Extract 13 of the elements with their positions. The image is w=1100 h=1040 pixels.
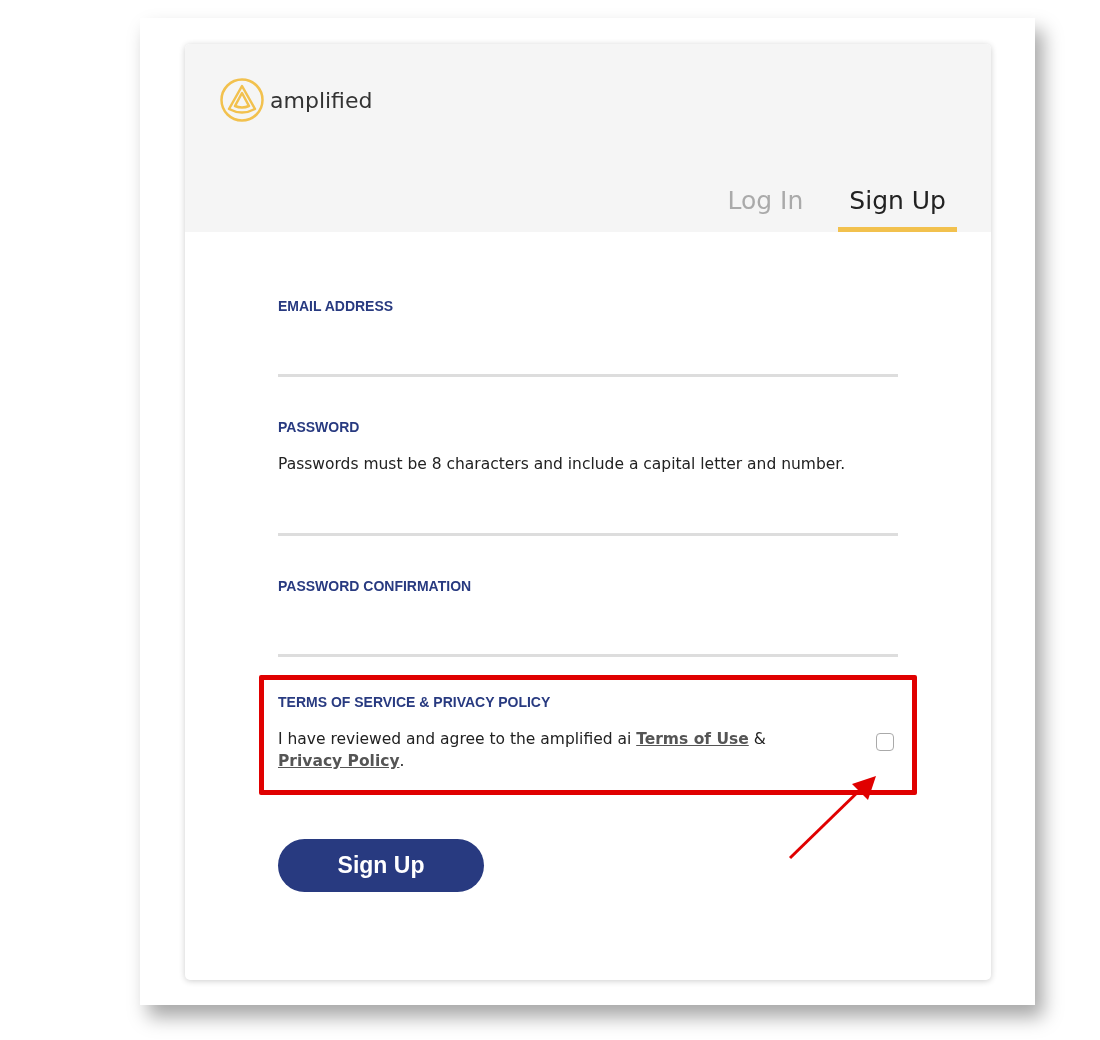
logo-icon xyxy=(220,78,264,122)
field-label: PASSWORD CONFIRMATION xyxy=(278,578,473,594)
agreement-text: I have reviewed and agree to the amplified ai Terms of Use & Privacy Policy. xyxy=(278,729,767,772)
sign-up-button[interactable]: Sign Up xyxy=(278,839,484,892)
field-label: PASSWORD xyxy=(278,419,361,435)
privacy-link[interactable]: Privacy Policy xyxy=(278,752,400,770)
agree-checkbox[interactable] xyxy=(876,733,894,751)
terms-link[interactable]: Terms of Use xyxy=(636,730,749,748)
terms-heading: TERMS OF SERVICE & PRIVACY POLICY xyxy=(278,694,552,710)
brand-name: amplified xyxy=(270,87,373,113)
password-hint: Passwords must be 8 characters and include a capital letter and number. xyxy=(278,455,847,473)
tab[interactable]: Sign Up xyxy=(838,186,957,232)
field-label: EMAIL ADDRESS xyxy=(278,298,395,314)
